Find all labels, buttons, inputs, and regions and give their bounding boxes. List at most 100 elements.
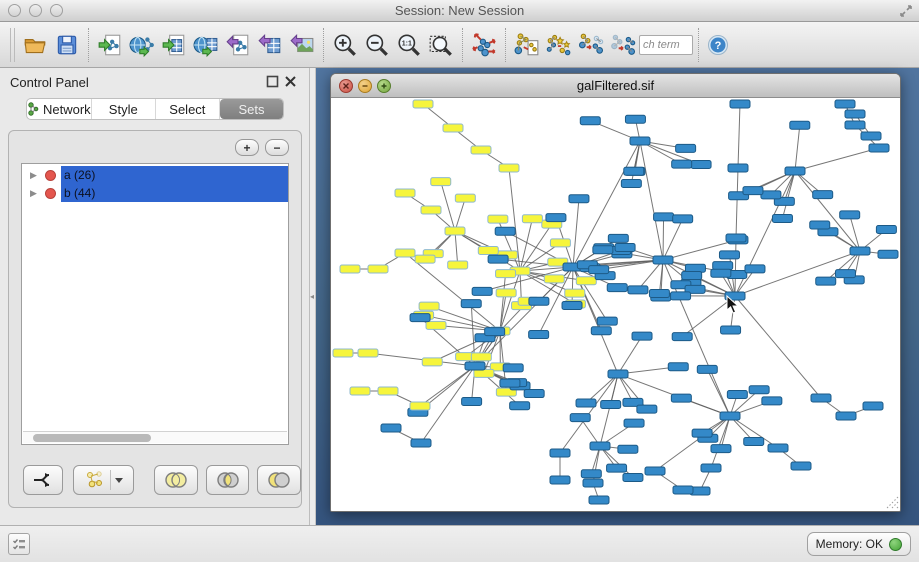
graph-node[interactable] (791, 462, 811, 470)
network-window-titlebar[interactable]: galFiltered.sif (331, 74, 900, 98)
graph-node[interactable] (472, 287, 492, 295)
graph-node[interactable] (850, 247, 870, 255)
expander-triangle-icon[interactable]: ▶ (30, 188, 40, 199)
graph-node[interactable] (762, 397, 782, 405)
open-session-button[interactable] (19, 28, 51, 62)
task-history-button[interactable] (8, 533, 30, 555)
remove-set-button[interactable]: − (265, 139, 289, 156)
graph-node[interactable] (591, 327, 611, 335)
graph-node[interactable] (462, 398, 482, 406)
graph-node[interactable] (772, 215, 792, 223)
graph-node[interactable] (589, 496, 609, 504)
graph-node[interactable] (618, 445, 638, 453)
graph-node[interactable] (621, 180, 641, 188)
graph-node[interactable] (499, 164, 519, 172)
graph-node[interactable] (488, 215, 508, 223)
graph-node[interactable] (496, 289, 516, 297)
list-item[interactable]: ▶ b (44) (22, 184, 288, 202)
graph-node[interactable] (550, 476, 570, 484)
graph-node[interactable] (500, 379, 520, 387)
graph-node[interactable] (878, 250, 898, 258)
graph-node[interactable] (495, 227, 515, 235)
network-canvas[interactable] (331, 98, 900, 511)
graph-node[interactable] (649, 289, 669, 297)
graph-node[interactable] (421, 206, 441, 214)
graph-node[interactable] (415, 255, 435, 263)
graph-node[interactable] (719, 251, 739, 259)
graph-node[interactable] (485, 328, 505, 336)
graph-node[interactable] (876, 226, 896, 234)
graph-node[interactable] (845, 110, 865, 118)
tab-sets[interactable]: Sets (220, 99, 283, 119)
graph-node[interactable] (590, 442, 610, 450)
graph-node[interactable] (581, 470, 601, 478)
memory-status-button[interactable]: Memory: OK (807, 532, 911, 556)
graph-node[interactable] (863, 402, 883, 410)
tab-style[interactable]: Style (92, 99, 156, 119)
graph-node[interactable] (601, 400, 621, 408)
apply-layout-button[interactable] (468, 28, 500, 62)
graph-node[interactable] (422, 358, 442, 366)
close-traffic-light-icon[interactable] (8, 4, 21, 17)
graph-node[interactable] (350, 387, 370, 395)
graph-node[interactable] (471, 146, 491, 154)
graph-node[interactable] (692, 429, 712, 437)
graph-node[interactable] (836, 412, 856, 420)
graph-node[interactable] (496, 270, 516, 278)
graph-node[interactable] (419, 302, 439, 310)
graph-node[interactable] (654, 213, 674, 221)
graph-node[interactable] (645, 467, 665, 475)
graph-node[interactable] (768, 444, 788, 452)
graph-node[interactable] (461, 300, 481, 308)
graph-node[interactable] (431, 178, 451, 186)
graph-node[interactable] (625, 115, 645, 123)
graph-node[interactable] (861, 132, 881, 140)
graph-node[interactable] (565, 289, 585, 297)
graph-node[interactable] (448, 261, 468, 269)
graph-node[interactable] (576, 277, 596, 285)
graph-node[interactable] (529, 297, 549, 305)
graph-node[interactable] (546, 214, 566, 222)
graph-node[interactable] (743, 187, 763, 195)
expander-triangle-icon[interactable]: ▶ (30, 170, 40, 181)
graph-node[interactable] (632, 332, 652, 340)
graph-node[interactable] (727, 391, 747, 399)
search-input[interactable] (639, 35, 693, 55)
graph-node[interactable] (701, 464, 721, 472)
graph-node[interactable] (524, 390, 544, 398)
export-image-button[interactable] (286, 28, 318, 62)
highlight-diff-button[interactable] (543, 28, 575, 62)
compare-networks-button[interactable] (607, 28, 639, 62)
graph-node[interactable] (510, 402, 530, 410)
graph-node[interactable] (395, 189, 415, 197)
graph-node[interactable] (745, 265, 765, 273)
graph-node[interactable] (443, 124, 463, 132)
export-network-button[interactable] (222, 28, 254, 62)
graph-node[interactable] (728, 164, 748, 172)
graph-node[interactable] (358, 349, 378, 357)
graph-node[interactable] (395, 249, 415, 257)
graph-node[interactable] (378, 387, 398, 395)
graph-node[interactable] (529, 331, 549, 339)
graph-node[interactable] (721, 326, 741, 334)
copy-network-button[interactable] (511, 28, 543, 62)
graph-node[interactable] (711, 445, 731, 453)
graph-node[interactable] (811, 394, 831, 402)
graph-node[interactable] (720, 412, 740, 420)
graph-node[interactable] (340, 265, 360, 273)
union-sets-button[interactable] (154, 465, 198, 495)
graph-node[interactable] (671, 394, 691, 402)
horizontal-scrollbar[interactable] (23, 431, 287, 443)
graph-node[interactable] (711, 269, 731, 277)
float-window-icon[interactable] (266, 75, 279, 88)
graph-node[interactable] (333, 349, 353, 357)
graph-node[interactable] (840, 211, 860, 219)
graph-node[interactable] (576, 399, 596, 407)
graph-node[interactable] (544, 275, 564, 283)
help-button[interactable]: ? (704, 28, 732, 62)
zoom-traffic-light-icon[interactable] (50, 4, 63, 17)
graph-node[interactable] (410, 402, 430, 410)
graph-node[interactable] (570, 414, 590, 422)
graph-node[interactable] (623, 474, 643, 482)
graph-node[interactable] (471, 353, 491, 361)
